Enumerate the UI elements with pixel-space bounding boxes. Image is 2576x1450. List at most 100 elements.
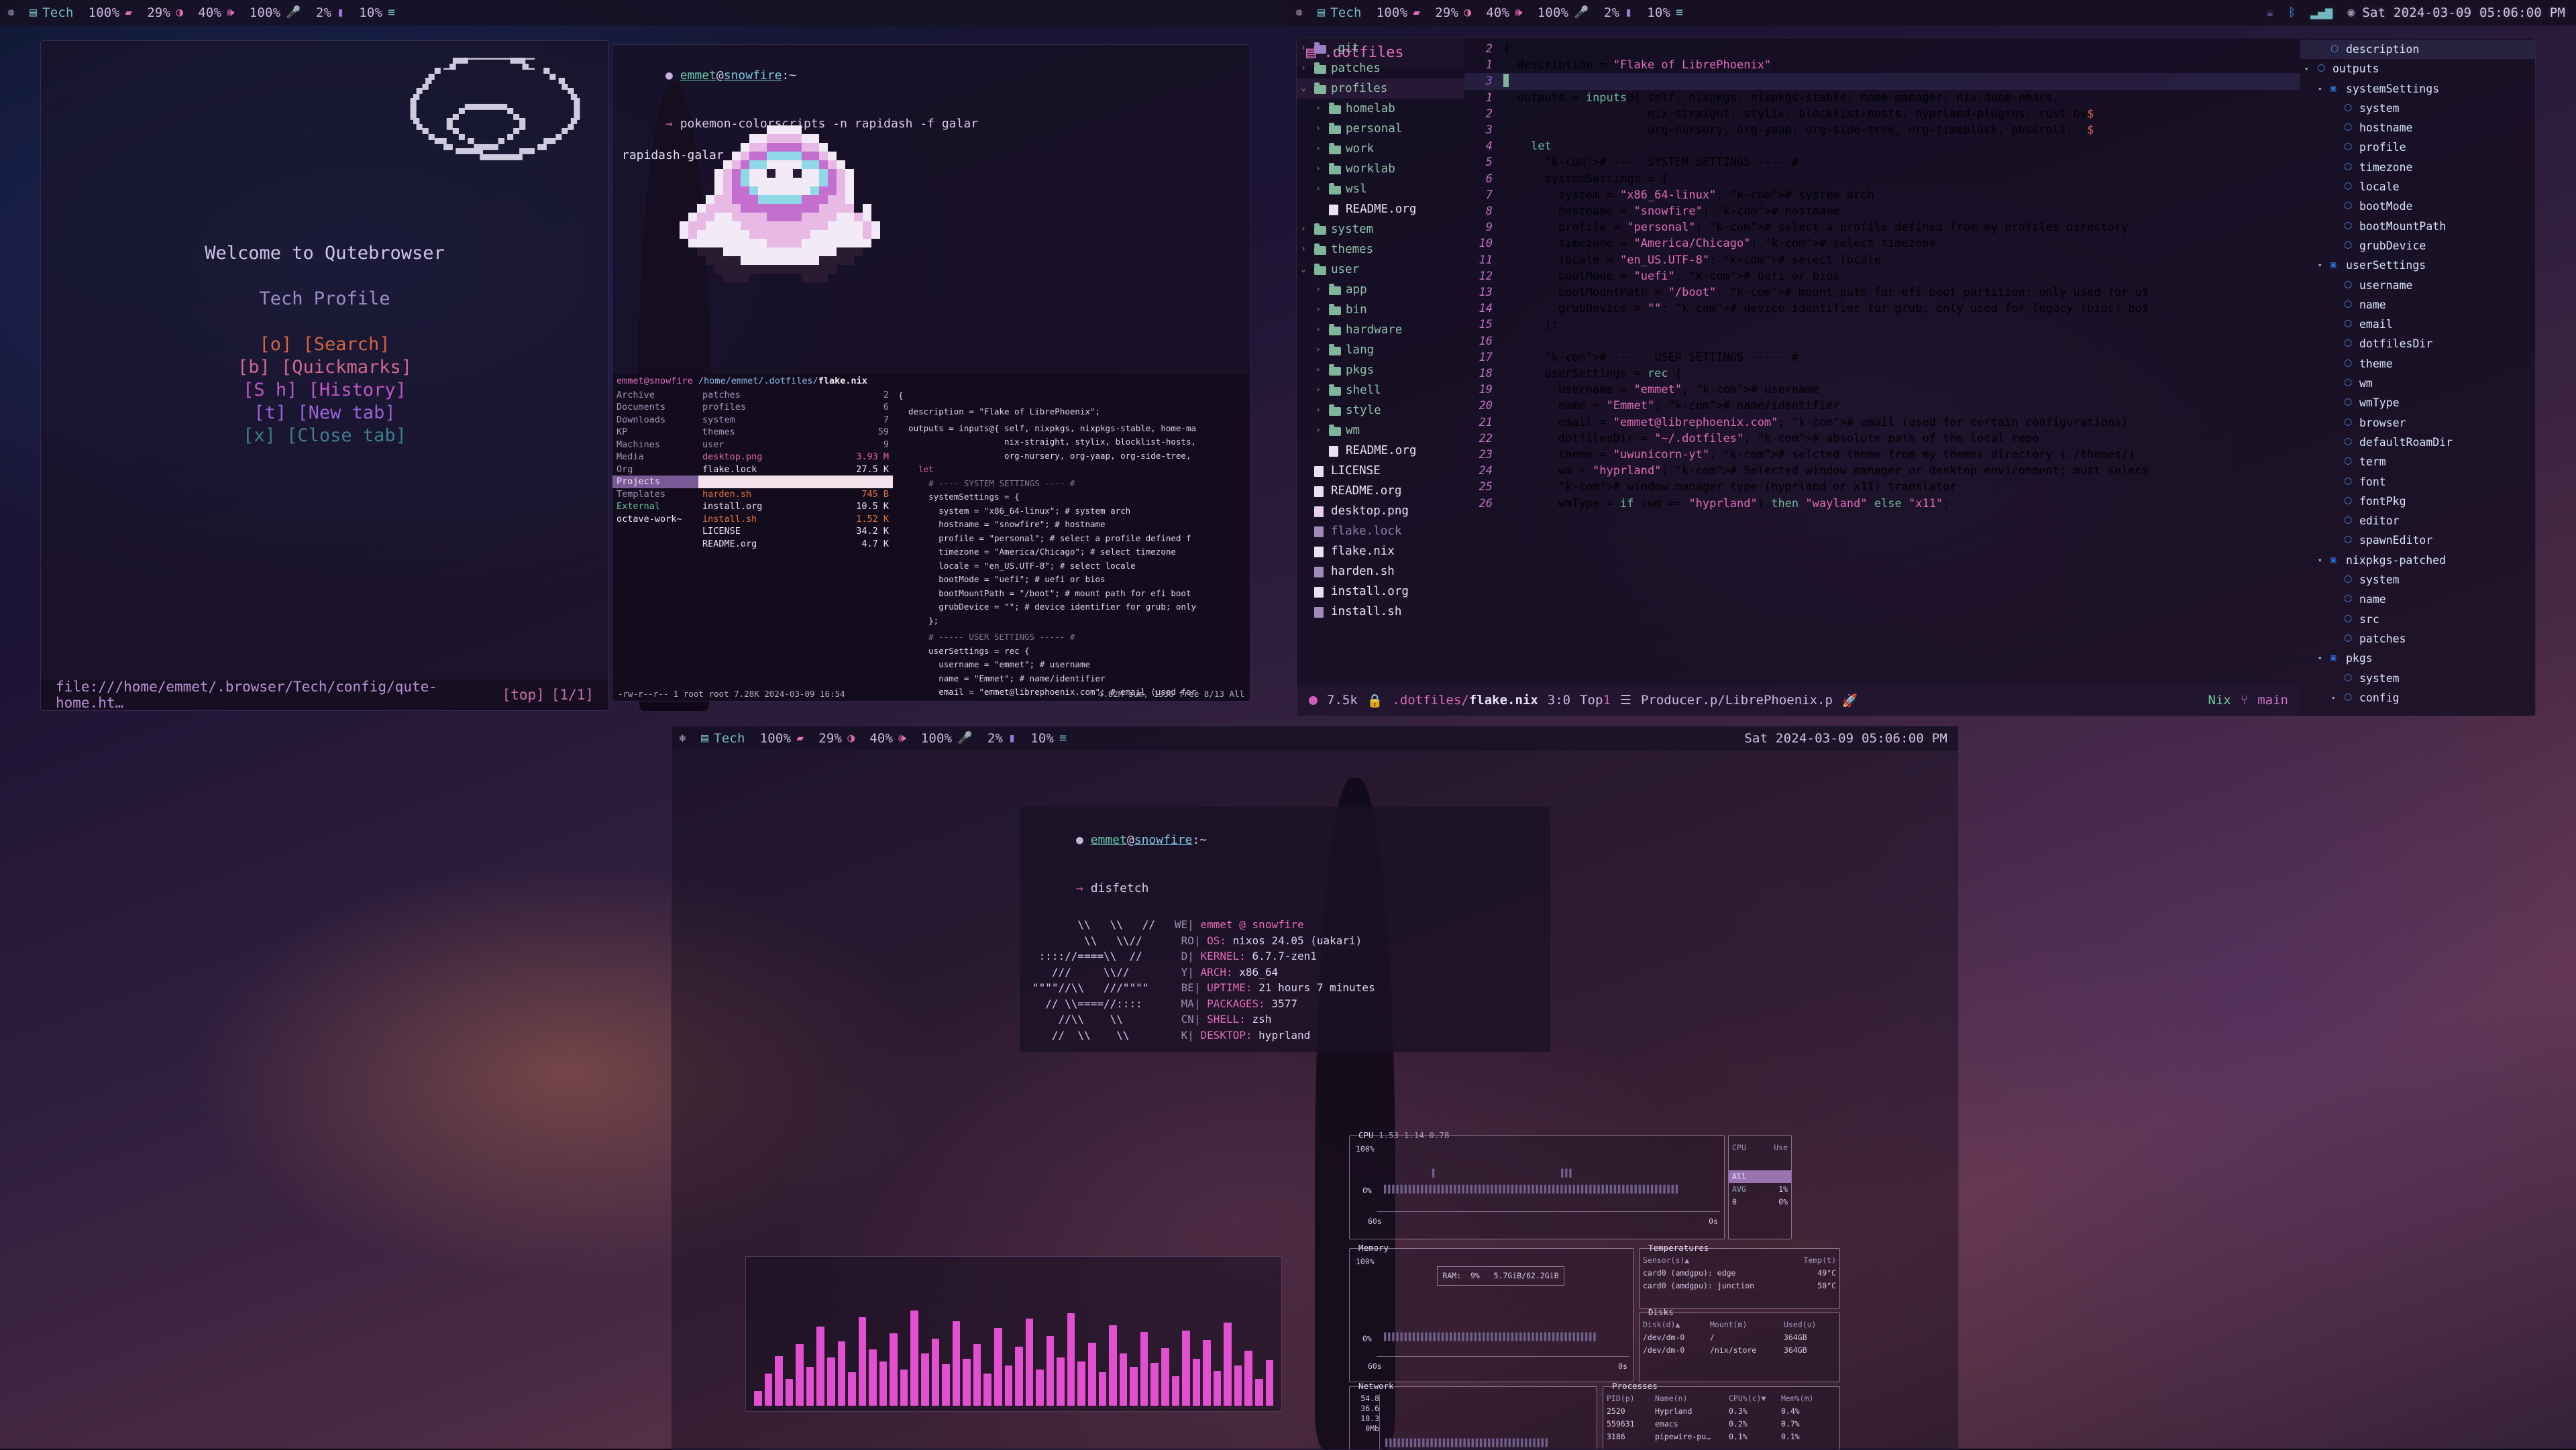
outline-item-name[interactable]: ⬡name: [2300, 295, 2535, 315]
battery-indicator[interactable]: 100%▰: [81, 5, 140, 20]
ranger-file-row[interactable]: README.org4.7 K: [698, 538, 893, 551]
chevron-down-icon[interactable]: ▾: [2331, 688, 2341, 708]
outline-item-username[interactable]: ⬡username: [2300, 276, 2535, 295]
outline-item-email[interactable]: ⬡email: [2300, 315, 2535, 334]
chevron-right-icon[interactable]: ›: [1316, 159, 1325, 179]
shortcut-history[interactable]: [S h] [History]: [41, 379, 608, 402]
ranger-current-column[interactable]: patches2profiles6system7themes59user9des…: [698, 389, 893, 702]
treemacs-item-hardware[interactable]: ›hardware: [1297, 320, 1464, 340]
process-row[interactable]: 559631emacs0.2%0.7%: [1603, 1418, 1839, 1431]
chevron-down-icon[interactable]: ⌄: [1301, 78, 1310, 99]
chevron-down-icon[interactable]: ▾: [2318, 551, 2327, 570]
outline-item-system[interactable]: ⬡system: [2300, 570, 2535, 590]
emacs-outline-sidebar[interactable]: ⬡description▾⬡outputs▾▣systemSettings ⬡sy…: [2300, 38, 2535, 685]
code-line[interactable]: 20 name = "Emmet"; "k-com"># name/identi…: [1464, 398, 2300, 414]
btop-cpu-use-box[interactable]: CPUUse All AVG1% 00%: [1728, 1135, 1792, 1239]
ranger-parent-item[interactable]: Org: [612, 463, 698, 476]
code-line[interactable]: 9 profile = "personal"; "k-com"># select…: [1464, 219, 2300, 235]
workspace-indicator-2[interactable]: ▤Tech: [1310, 5, 1369, 20]
outline-item-timezone[interactable]: ⬡timezone: [2300, 158, 2535, 177]
cpu-use-selected[interactable]: All: [1729, 1170, 1791, 1183]
ranger-parent-item[interactable]: Media: [612, 451, 698, 463]
chevron-right-icon[interactable]: ›: [1301, 219, 1310, 239]
outline-item-editor[interactable]: ⬡editor: [2300, 511, 2535, 531]
btop-processes-box[interactable]: Processes PID(p) Name(n) CPU%(c)▼ Mem%(m…: [1603, 1386, 1840, 1450]
volume-indicator[interactable]: 40%🕪: [191, 5, 241, 20]
treemacs-item-shell[interactable]: ›shell: [1297, 380, 1464, 400]
treemacs-item-license[interactable]: LICENSE: [1297, 461, 1464, 481]
code-line[interactable]: 15 };: [1464, 317, 2300, 333]
treemacs-item-readme-org[interactable]: README.org: [1297, 441, 1464, 461]
process-row[interactable]: 3186pipewire-pu…0.1%0.1%: [1603, 1431, 1839, 1443]
ranger-file-row[interactable]: profiles6: [698, 401, 893, 414]
code-line[interactable]: 25 "k-com"># window manager type (hyprla…: [1464, 479, 2300, 495]
outline-item-browser[interactable]: ⬡browser: [2300, 413, 2535, 433]
code-line[interactable]: 24 wm = "hyprland"; "k-com"># Selected w…: [1464, 463, 2300, 479]
treemacs-item-homelab[interactable]: ›homelab: [1297, 99, 1464, 119]
treemacs-item-work[interactable]: ›work: [1297, 139, 1464, 159]
chevron-down-icon[interactable]: ⌄: [1301, 260, 1310, 280]
nix-snowflake-icon[interactable]: ❅: [0, 7, 22, 19]
emacs-modeline[interactable]: 7.5k 🔒 .dotfiles/flake.nix 3:0 Top1 ☰ Pr…: [1297, 685, 2300, 716]
battery-indicator-2[interactable]: 100%▰: [1369, 5, 1428, 20]
code-line[interactable]: 7 system = "x86_64-linux"; "k-com"># sys…: [1464, 187, 2300, 203]
code-line[interactable]: 2 nix-straight, stylix, blocklist-hosts,…: [1464, 106, 2300, 122]
btop-temperatures-box[interactable]: Temperatures Sensor(s)▲Temp(t) card0 (am…: [1639, 1248, 1840, 1308]
ranger-file-row[interactable]: patches2: [698, 389, 893, 402]
btop-disks-box[interactable]: Disks Disk(d)▲ Mount(m) Used(u) /dev/dm-…: [1639, 1313, 1840, 1382]
code-line[interactable]: 1 description = "Flake of LibrePhoenix";: [1464, 57, 2300, 73]
ranger-file-row[interactable]: install.sh1.52 K: [698, 513, 893, 526]
code-line[interactable]: 3 org-nursery, org-yaap, org-side-tree, …: [1464, 122, 2300, 138]
ranger-file-row[interactable]: desktop.png3.93 M: [698, 451, 893, 463]
chevron-down-icon[interactable]: ▾: [2304, 59, 2314, 78]
outline-item-outputs[interactable]: ▾⬡outputs: [2300, 59, 2535, 78]
status-bar-bottom[interactable]: ❅ ▤Tech 100%▰ 29%◑ 40%🕪 100%🎤 2%▮ 10%≡ S…: [672, 726, 1958, 750]
code-line[interactable]: 5 "k-com"># ---- SYSTEM SETTINGS ---- #: [1464, 154, 2300, 170]
outline-item-config[interactable]: ▾⬡config: [2300, 688, 2535, 708]
memory-indicator-2[interactable]: 2%▮: [1597, 5, 1640, 20]
outline-item-spawneditor[interactable]: ⬡spawnEditor: [2300, 531, 2535, 550]
code-line[interactable]: 3: [1464, 73, 2300, 89]
outline-item-system[interactable]: ⬡system: [2300, 669, 2535, 688]
treemacs-item-harden-sh[interactable]: harden.sh: [1297, 561, 1464, 581]
qutebrowser-statusbar[interactable]: file:///home/emmet/.browser/Tech/config/…: [41, 679, 608, 710]
treemacs-item-readme-org[interactable]: README.org: [1297, 199, 1464, 219]
wifi-icon-2[interactable]: ▂▄▆: [2303, 7, 2340, 19]
code-line[interactable]: 6 systemSettings = {: [1464, 171, 2300, 187]
treemacs-item--git[interactable]: ›.git: [1297, 38, 1464, 58]
ranger-file-manager[interactable]: emmet@snowfire /home/emmet/.dotfiles/fla…: [612, 374, 1250, 701]
cpu-indicator-3[interactable]: 10%≡: [1023, 731, 1074, 746]
chevron-right-icon[interactable]: ›: [1316, 179, 1325, 199]
outline-item-bootmode[interactable]: ⬡bootMode: [2300, 197, 2535, 216]
battery-indicator-3[interactable]: 100%▰: [753, 731, 812, 746]
terminal-window-bottom[interactable]: ❅ ▤Tech 100%▰ 29%◑ 40%🕪 100%🎤 2%▮ 10%≡ S…: [671, 726, 1959, 1450]
ranger-parent-item[interactable]: Documents: [612, 401, 698, 414]
status-bar-top-secondary[interactable]: ❅ ▤Tech 100%▰ 29%◑ 40%🕪 100%🎤 2%▮ 10%≡ ☕…: [1288, 0, 2576, 25]
outline-item-fontpkg[interactable]: ⬡fontPkg: [2300, 492, 2535, 511]
outline-item-description[interactable]: ⬡description: [2300, 40, 2535, 59]
ranger-parent-item[interactable]: Archive: [612, 389, 698, 402]
workspace-indicator-3[interactable]: ▤Tech: [694, 731, 753, 746]
code-line[interactable]: 13 bootMountPath = "/boot"; "k-com"># mo…: [1464, 284, 2300, 300]
microphone-indicator-2[interactable]: 100%🎤: [1530, 5, 1597, 20]
treemacs-item-worklab[interactable]: ›worklab: [1297, 159, 1464, 179]
ranger-parent-column[interactable]: ArchiveDocumentsDownloadsKPMachinesMedia…: [612, 389, 698, 702]
ranger-file-row[interactable]: LICENSE34.2 K: [698, 525, 893, 538]
chevron-right-icon[interactable]: ›: [1316, 340, 1325, 360]
ranger-file-row[interactable]: flake.lock27.5 K: [698, 463, 893, 476]
outline-item-wm[interactable]: ⬡wm: [2300, 374, 2535, 393]
chevron-right-icon[interactable]: ›: [1316, 280, 1325, 300]
outline-item-name[interactable]: ⬡name: [2300, 590, 2535, 609]
outline-item-systemsettings[interactable]: ▾▣systemSettings: [2300, 79, 2535, 99]
code-line[interactable]: 26 wmType = if (wm == "hyprland") then "…: [1464, 496, 2300, 512]
treemacs-item-patches[interactable]: ›patches: [1297, 58, 1464, 78]
treemacs-item-pkgs[interactable]: ›pkgs: [1297, 360, 1464, 380]
bluetooth-icon-2[interactable]: ᛒ: [2281, 7, 2303, 19]
outline-item-theme[interactable]: ⬡theme: [2300, 354, 2535, 374]
chevron-right-icon[interactable]: ›: [1316, 421, 1325, 441]
ranger-file-row[interactable]: user9: [698, 439, 893, 451]
nix-snowflake-icon-3[interactable]: ❅: [672, 732, 694, 744]
ranger-parent-item[interactable]: Machines: [612, 439, 698, 451]
code-line[interactable]: 21 email = "emmet@librephoenix.com"; "k-…: [1464, 414, 2300, 431]
code-line[interactable]: 10 timezone = "America/Chicago"; "k-com"…: [1464, 235, 2300, 252]
